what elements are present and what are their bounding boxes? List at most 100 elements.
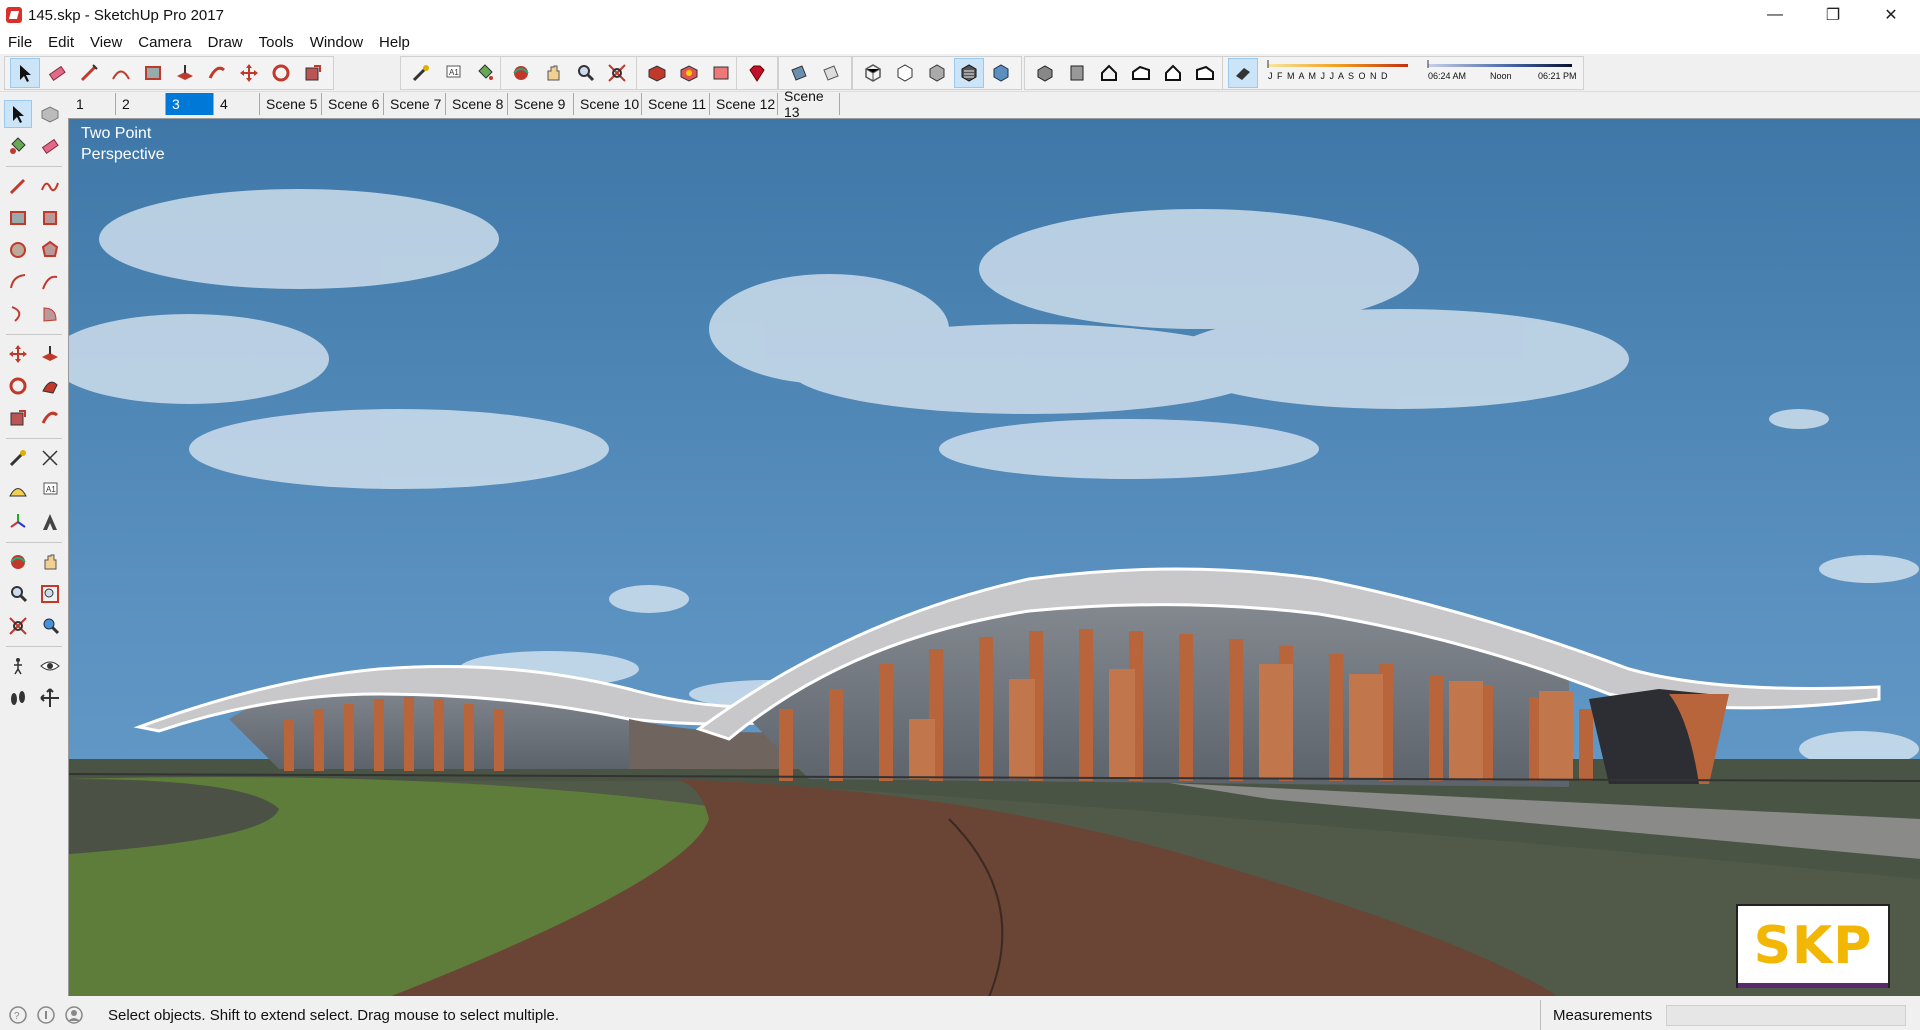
zoom-icon[interactable]	[570, 58, 600, 88]
paint-bucket-icon[interactable]	[470, 58, 500, 88]
top-view-icon[interactable]	[1062, 58, 1092, 88]
eraser-tool-icon[interactable]	[36, 132, 64, 160]
make-component-icon[interactable]	[36, 100, 64, 128]
pie-tool-icon[interactable]	[36, 300, 64, 328]
polygon-tool-icon[interactable]	[36, 236, 64, 264]
push-pull-tool-icon[interactable]	[170, 58, 200, 88]
scene-tab[interactable]: Scene 7	[384, 93, 446, 115]
line-tool-icon[interactable]	[4, 172, 32, 200]
select-tool-icon[interactable]	[10, 58, 40, 88]
share-component-icon[interactable]	[674, 58, 704, 88]
credits-icon[interactable]	[36, 1005, 56, 1025]
scene-tab[interactable]: Scene 13	[778, 88, 840, 120]
model-viewport[interactable]: Two Point Perspective SKP	[68, 118, 1920, 996]
right-view-icon[interactable]	[1126, 58, 1156, 88]
iso-view-icon[interactable]	[1030, 58, 1060, 88]
zoom-extents-icon[interactable]	[602, 58, 632, 88]
pan-icon[interactable]	[36, 548, 64, 576]
tape-measure-icon[interactable]	[406, 58, 436, 88]
scale-tool-icon[interactable]	[298, 58, 328, 88]
push-pull-tool-icon[interactable]	[36, 340, 64, 368]
scene-tab[interactable]: Scene 9	[508, 93, 574, 115]
menu-window[interactable]: Window	[302, 34, 371, 51]
user-account-icon[interactable]	[64, 1005, 84, 1025]
orbit-icon[interactable]	[4, 548, 32, 576]
extension-warehouse-icon[interactable]	[706, 58, 736, 88]
rotate-tool-icon[interactable]	[4, 372, 32, 400]
menu-file[interactable]: File	[0, 34, 40, 51]
left-view-icon[interactable]	[1190, 58, 1220, 88]
close-button[interactable]: ✕	[1862, 0, 1920, 30]
move-tool-icon[interactable]	[234, 58, 264, 88]
shaded-textures-style-icon[interactable]	[954, 58, 984, 88]
three-point-arc-icon[interactable]	[4, 300, 32, 328]
ruby-console-icon[interactable]	[742, 58, 772, 88]
text-tool-icon[interactable]: A1	[438, 58, 468, 88]
wireframe-style-icon[interactable]	[890, 58, 920, 88]
scene-tab[interactable]: 1	[70, 93, 116, 115]
xray-style-icon[interactable]	[858, 58, 888, 88]
tape-measure-icon[interactable]	[4, 444, 32, 472]
select-tool-icon[interactable]	[4, 100, 32, 128]
scene-tab[interactable]: Scene 10	[574, 93, 642, 115]
line-tool-icon[interactable]	[74, 58, 104, 88]
measurements-input[interactable]	[1666, 1005, 1906, 1026]
previous-view-icon[interactable]	[36, 612, 64, 640]
scale-tool-icon[interactable]	[4, 404, 32, 432]
walk-icon[interactable]	[4, 684, 32, 712]
scene-tab[interactable]: Scene 12	[710, 93, 778, 115]
geo-location-icon[interactable]: ?	[8, 1005, 28, 1025]
zoom-window-icon[interactable]	[36, 580, 64, 608]
pan-icon[interactable]	[538, 58, 568, 88]
two-point-arc-icon[interactable]	[36, 268, 64, 296]
shaded-style-icon[interactable]	[922, 58, 952, 88]
scene-tab[interactable]: 2	[116, 93, 166, 115]
scene-tab[interactable]: Scene 11	[642, 93, 710, 115]
protractor-icon[interactable]	[4, 476, 32, 504]
text-tool-icon[interactable]: A1	[36, 476, 64, 504]
front-view-icon[interactable]	[1094, 58, 1124, 88]
paint-bucket-icon[interactable]	[4, 132, 32, 160]
section-plane-icon[interactable]	[784, 58, 814, 88]
menu-help[interactable]: Help	[371, 34, 418, 51]
3d-warehouse-icon[interactable]	[642, 58, 672, 88]
menu-tools[interactable]: Tools	[251, 34, 302, 51]
freehand-tool-icon[interactable]	[36, 172, 64, 200]
dimension-tool-icon[interactable]	[36, 444, 64, 472]
minimize-button[interactable]: —	[1746, 0, 1804, 30]
back-view-icon[interactable]	[1158, 58, 1188, 88]
rectangle-tool-icon[interactable]	[4, 204, 32, 232]
scene-tab[interactable]: Scene 6	[322, 93, 384, 115]
offset-tool-icon[interactable]	[36, 404, 64, 432]
arc-tool-icon[interactable]	[4, 268, 32, 296]
rotated-rectangle-icon[interactable]	[36, 204, 64, 232]
arc-tool-icon[interactable]	[106, 58, 136, 88]
orbit-icon[interactable]	[506, 58, 536, 88]
position-camera-icon[interactable]	[4, 652, 32, 680]
zoom-extents-icon[interactable]	[4, 612, 32, 640]
restore-button[interactable]: ❐	[1804, 0, 1862, 30]
display-section-planes-icon[interactable]	[816, 58, 846, 88]
axes-tool-icon[interactable]	[4, 508, 32, 536]
scene-tab[interactable]: Scene 8	[446, 93, 508, 115]
circle-tool-icon[interactable]	[4, 236, 32, 264]
scene-tab-active[interactable]: 3	[166, 93, 214, 115]
move-tool-icon[interactable]	[4, 340, 32, 368]
rectangle-tool-icon[interactable]	[138, 58, 168, 88]
follow-me-icon[interactable]	[36, 372, 64, 400]
sketchup-app-icon[interactable]	[6, 7, 22, 23]
menu-edit[interactable]: Edit	[40, 34, 82, 51]
zoom-icon[interactable]	[4, 580, 32, 608]
scene-tab[interactable]: 4	[214, 93, 260, 115]
menu-view[interactable]: View	[82, 34, 130, 51]
eraser-tool-icon[interactable]	[42, 58, 72, 88]
look-around-icon[interactable]	[36, 652, 64, 680]
menu-draw[interactable]: Draw	[200, 34, 251, 51]
menu-camera[interactable]: Camera	[130, 34, 199, 51]
monochrome-style-icon[interactable]	[986, 58, 1016, 88]
offset-tool-icon[interactable]	[202, 58, 232, 88]
3d-text-icon[interactable]	[36, 508, 64, 536]
shadows-toggle-icon[interactable]	[1228, 58, 1258, 88]
rotate-tool-icon[interactable]	[266, 58, 296, 88]
scene-tab[interactable]: Scene 5	[260, 93, 322, 115]
